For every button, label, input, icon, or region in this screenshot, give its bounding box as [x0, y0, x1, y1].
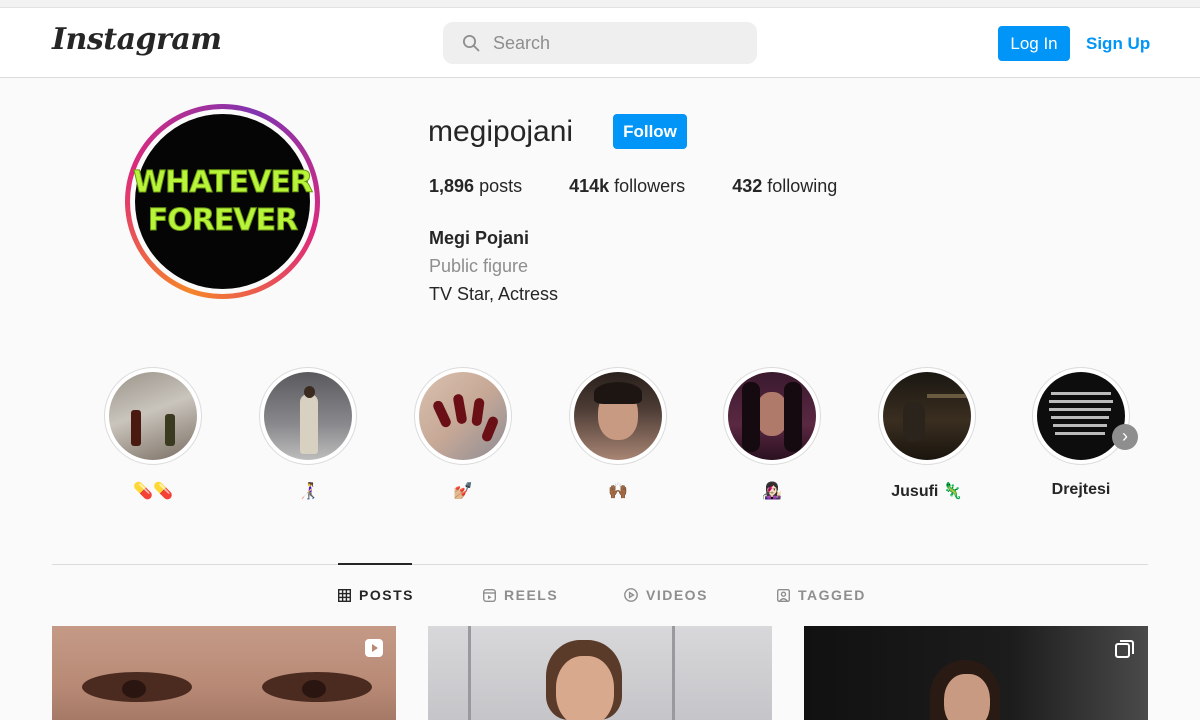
tab-tagged[interactable]: TAGGED: [777, 587, 866, 603]
active-tab-indicator: [338, 563, 412, 565]
search-box[interactable]: [443, 22, 757, 64]
instagram-logo[interactable]: Instagram: [52, 22, 222, 57]
post-thumbnail[interactable]: [52, 626, 396, 720]
following-stat[interactable]: 432 following: [732, 176, 837, 197]
highlight-thumbnail: [264, 372, 352, 460]
highlight-label: 👩🏻‍🎤: [762, 483, 782, 500]
tab-label: TAGGED: [798, 587, 866, 603]
highlight-label: 🙌🏾: [608, 483, 628, 500]
reels-icon: [483, 588, 496, 602]
post-thumbnail[interactable]: [428, 626, 772, 720]
posts-count: 1,896: [429, 176, 475, 196]
highlight-item[interactable]: 👩‍🦯: [258, 367, 358, 501]
highlight-thumbnail: [883, 372, 971, 460]
following-label: following: [767, 176, 838, 196]
highlight-label: 👩‍🦯: [298, 483, 318, 500]
highlight-item[interactable]: Jusufi 🦎: [877, 367, 977, 501]
grid-icon: [338, 588, 351, 602]
highlight-item[interactable]: 👩🏻‍🎤: [722, 367, 822, 501]
tab-reels[interactable]: REELS: [483, 587, 558, 603]
story-highlights: 💊💊 👩‍🦯 💅🏼 🙌🏾 👩🏻‍🎤: [0, 367, 1200, 507]
profile-bio: TV Star, Actress: [429, 284, 559, 304]
tagged-icon: [777, 588, 790, 602]
highlight-item[interactable]: 🙌🏾: [568, 367, 668, 501]
posts-label: posts: [479, 176, 523, 196]
highlight-thumbnail: [419, 372, 507, 460]
followers-label: followers: [614, 176, 686, 196]
reel-icon: [365, 639, 383, 657]
profile-category: Public figure: [429, 256, 529, 276]
video-icon: [624, 588, 638, 602]
avatar-text-line2: FOREVER: [147, 202, 298, 238]
post-thumbnail[interactable]: [804, 626, 1148, 720]
followers-count: 414k: [569, 176, 610, 196]
carousel-icon: [1115, 640, 1134, 658]
followers-stat[interactable]: 414k followers: [569, 176, 685, 197]
follow-button[interactable]: Follow: [613, 114, 687, 149]
highlight-thumbnail: [109, 372, 197, 460]
highlight-thumbnail: [1037, 372, 1125, 460]
tab-label: VIDEOS: [646, 587, 708, 603]
log-in-button[interactable]: Log In: [998, 26, 1070, 61]
avatar-image: WHATEVER FOREVER: [133, 114, 314, 289]
top-navigation-bar: Instagram Log In Sign Up: [0, 8, 1200, 78]
search-icon: [462, 34, 480, 52]
tab-posts[interactable]: POSTS: [338, 587, 414, 603]
highlight-thumbnail: [728, 372, 816, 460]
highlight-item[interactable]: 💊💊: [103, 367, 203, 501]
profile-full-name: Megi Pojani: [429, 228, 530, 248]
tab-label: REELS: [504, 587, 559, 603]
highlight-label: 💊💊: [133, 483, 173, 500]
posts-stat: 1,896 posts: [429, 176, 522, 197]
highlight-thumbnail: [574, 372, 662, 460]
highlight-item[interactable]: 💅🏼: [413, 367, 513, 501]
profile-avatar[interactable]: WHATEVER FOREVER: [125, 104, 320, 299]
tabs-divider: [52, 564, 1148, 565]
browser-top-edge: [0, 0, 1200, 8]
avatar-text-line1: WHATEVER: [133, 164, 314, 200]
sign-up-link[interactable]: Sign Up: [1086, 34, 1150, 54]
highlight-label: Drejtesi: [1051, 481, 1111, 498]
profile-stats: 1,896 posts 414k followers 432 following: [429, 176, 884, 197]
highlight-label: Jusufi 🦎: [891, 483, 963, 500]
tab-label: POSTS: [359, 587, 414, 603]
tab-videos[interactable]: VIDEOS: [624, 587, 708, 603]
search-input[interactable]: [493, 22, 743, 64]
following-count: 432: [732, 176, 763, 196]
profile-username: megipojani: [428, 115, 574, 148]
chevron-right-icon[interactable]: ›: [1112, 424, 1138, 450]
highlight-label: 💅🏼: [453, 483, 473, 500]
